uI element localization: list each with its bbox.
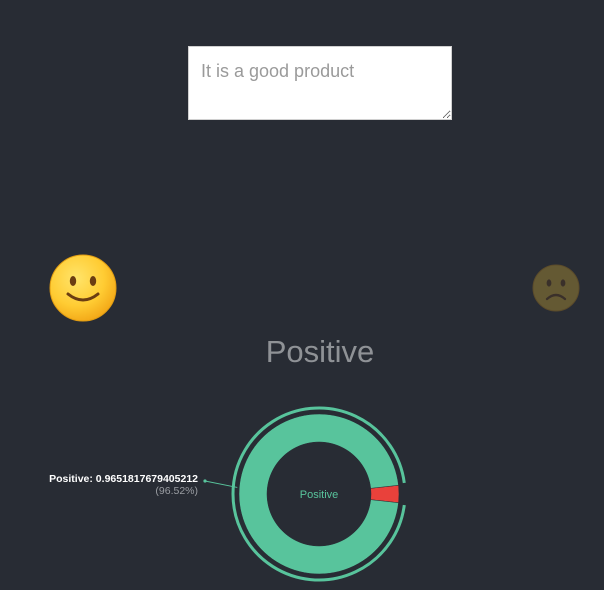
tooltip-percent-label: (96.52%)	[155, 485, 198, 497]
chart-center-label: Positive	[300, 489, 339, 501]
tooltip-value-label: Positive: 0.9651817679405212	[49, 473, 198, 485]
tooltip-leader-dot	[203, 479, 207, 483]
sentiment-donut-chart: Positive Positive: 0.9651817679405212(96.…	[49, 406, 406, 582]
